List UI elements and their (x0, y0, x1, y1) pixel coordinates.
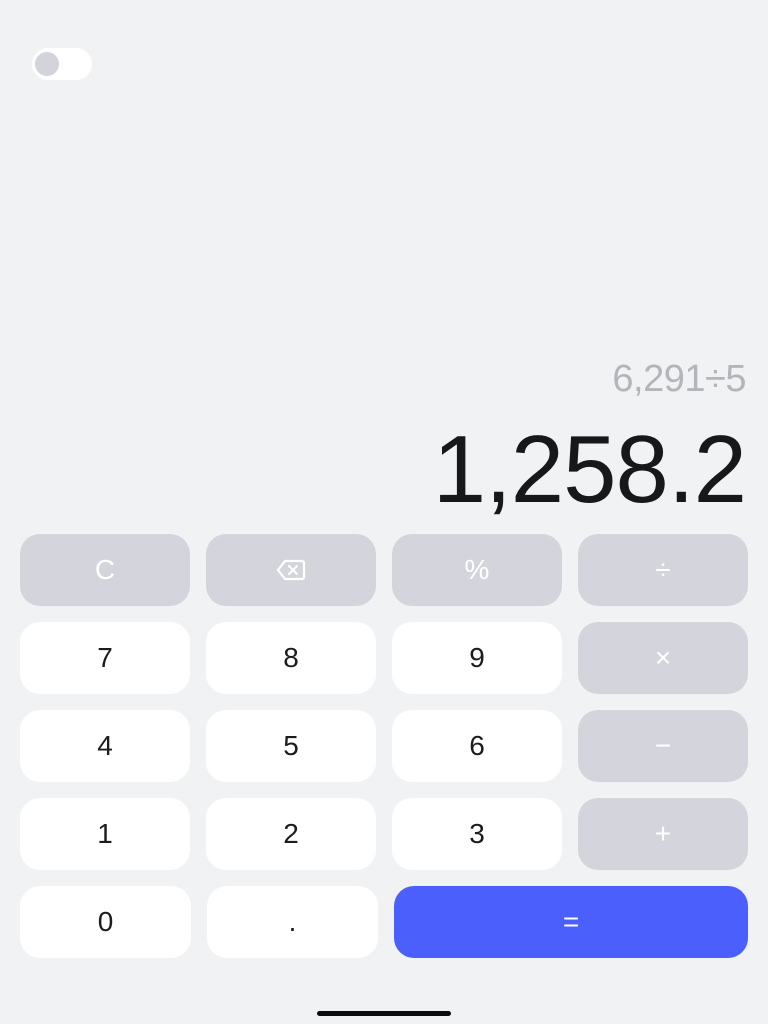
plus-button[interactable]: + (578, 798, 748, 870)
backspace-icon (276, 559, 306, 581)
digit-8-button[interactable]: 8 (206, 622, 376, 694)
percent-button[interactable]: % (392, 534, 562, 606)
decimal-button[interactable]: . (207, 886, 378, 958)
minus-button[interactable]: − (578, 710, 748, 782)
expression-display: 6,291÷5 (612, 358, 746, 400)
digit-4-button[interactable]: 4 (20, 710, 190, 782)
digit-9-button[interactable]: 9 (392, 622, 562, 694)
result-display: 1,258.2 (432, 416, 747, 523)
digit-2-button[interactable]: 2 (206, 798, 376, 870)
equals-button[interactable]: = (394, 886, 748, 958)
divide-button[interactable]: ÷ (578, 534, 748, 606)
backspace-button[interactable] (206, 534, 376, 606)
digit-1-button[interactable]: 1 (20, 798, 190, 870)
toggle-knob (35, 52, 59, 76)
digit-3-button[interactable]: 3 (392, 798, 562, 870)
calculator-screen: 6,291÷5 1,258.2 C % ÷ 7 8 9 × 4 5 6 − 1 … (0, 0, 768, 1024)
digit-7-button[interactable]: 7 (20, 622, 190, 694)
digit-6-button[interactable]: 6 (392, 710, 562, 782)
home-indicator[interactable] (317, 1011, 451, 1016)
multiply-button[interactable]: × (578, 622, 748, 694)
digit-0-button[interactable]: 0 (20, 886, 191, 958)
theme-toggle[interactable] (32, 48, 92, 80)
clear-button[interactable]: C (20, 534, 190, 606)
digit-5-button[interactable]: 5 (206, 710, 376, 782)
